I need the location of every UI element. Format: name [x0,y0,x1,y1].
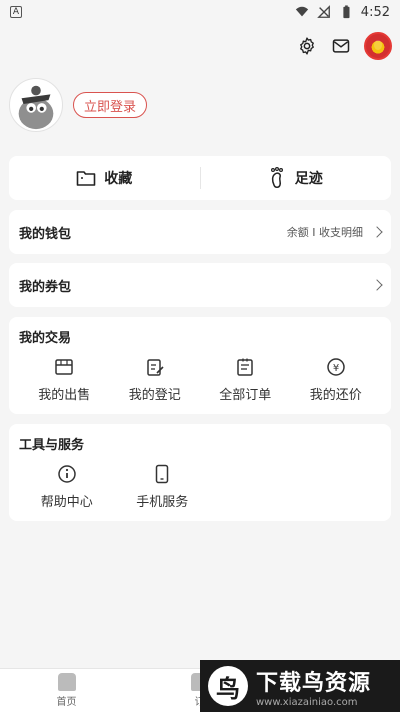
nav-home[interactable]: 首页 [0,669,133,712]
trade-item-label: 全部订单 [219,388,272,403]
tools-title: 工具与服务 [19,438,85,453]
info-icon [58,465,76,483]
chevron-right-icon [371,279,383,291]
tools-item-phone[interactable]: 手机服务 [115,463,211,510]
watermark-url: www.xiazainiao.com [256,696,358,708]
trade-section: 我的交易 我的出售 我的登记 全部订单 ¥ 我的还价 [9,317,391,414]
tools-item-label: 帮助中心 [40,495,93,510]
trade-item-counteroffer[interactable]: ¥ 我的还价 [291,356,382,403]
trade-item-sales[interactable]: 我的出售 [19,356,110,403]
trade-item-orders[interactable]: 全部订单 [200,356,291,403]
watermark-logo: 鸟 [208,666,248,706]
watermark-title: 下载鸟资源 [256,670,372,696]
quick-links-card: 收藏 足迹 [9,156,391,200]
phone-icon [156,464,169,484]
trade-title: 我的交易 [19,331,72,346]
status-time: 4:52 [360,4,390,20]
footprints-button[interactable]: 足迹 [201,156,392,200]
gear-icon [300,37,314,55]
wallet-detail: 余额 I 收支明细 [286,226,363,239]
app-notification-icon: A [10,6,22,18]
login-button[interactable]: 立即登录 [73,92,148,118]
store-icon [55,359,73,375]
footprint-icon [270,167,283,188]
trade-item-label: 我的出售 [38,388,91,403]
mascot-bird-icon [18,85,54,130]
trade-item-label: 我的登记 [128,388,181,403]
register-icon [147,359,164,376]
profile-section: 立即登录 [9,78,148,132]
watermark: 鸟 下载鸟资源 www.xiazainiao.com [200,660,400,712]
tools-item-label: 手机服务 [136,495,189,510]
favorites-button[interactable]: 收藏 [9,156,200,200]
tools-section: 工具与服务 帮助中心 手机服务 [9,424,391,521]
default-avatar[interactable] [9,78,63,132]
tools-item-help[interactable]: 帮助中心 [19,463,115,510]
favorites-label: 收藏 [104,171,133,187]
battery-icon [343,5,350,19]
coupon-title: 我的券包 [19,279,72,295]
footprints-label: 足迹 [294,171,323,187]
nav-home-label: 首页 [56,697,77,708]
status-bar: A 4:52 [0,0,400,24]
chevron-right-icon [371,226,383,238]
trade-item-label: 我的还价 [309,388,362,403]
yen-icon: ¥ [327,358,345,376]
mascot-avatar[interactable] [364,32,392,60]
header-actions [296,32,392,60]
folder-icon [76,171,96,186]
orders-icon [237,358,253,376]
wallet-title: 我的钱包 [19,226,72,242]
signal-icon [316,5,330,18]
mail-icon [332,39,350,53]
home-icon [57,673,76,691]
messages-button[interactable] [330,35,352,57]
coupon-row[interactable]: 我的券包 [9,263,391,307]
trade-item-register[interactable]: 我的登记 [110,356,201,403]
svg-text:¥: ¥ [333,363,339,374]
wifi-icon [295,6,308,17]
settings-button[interactable] [296,35,318,57]
wallet-row[interactable]: 我的钱包 余额 I 收支明细 [9,210,391,254]
